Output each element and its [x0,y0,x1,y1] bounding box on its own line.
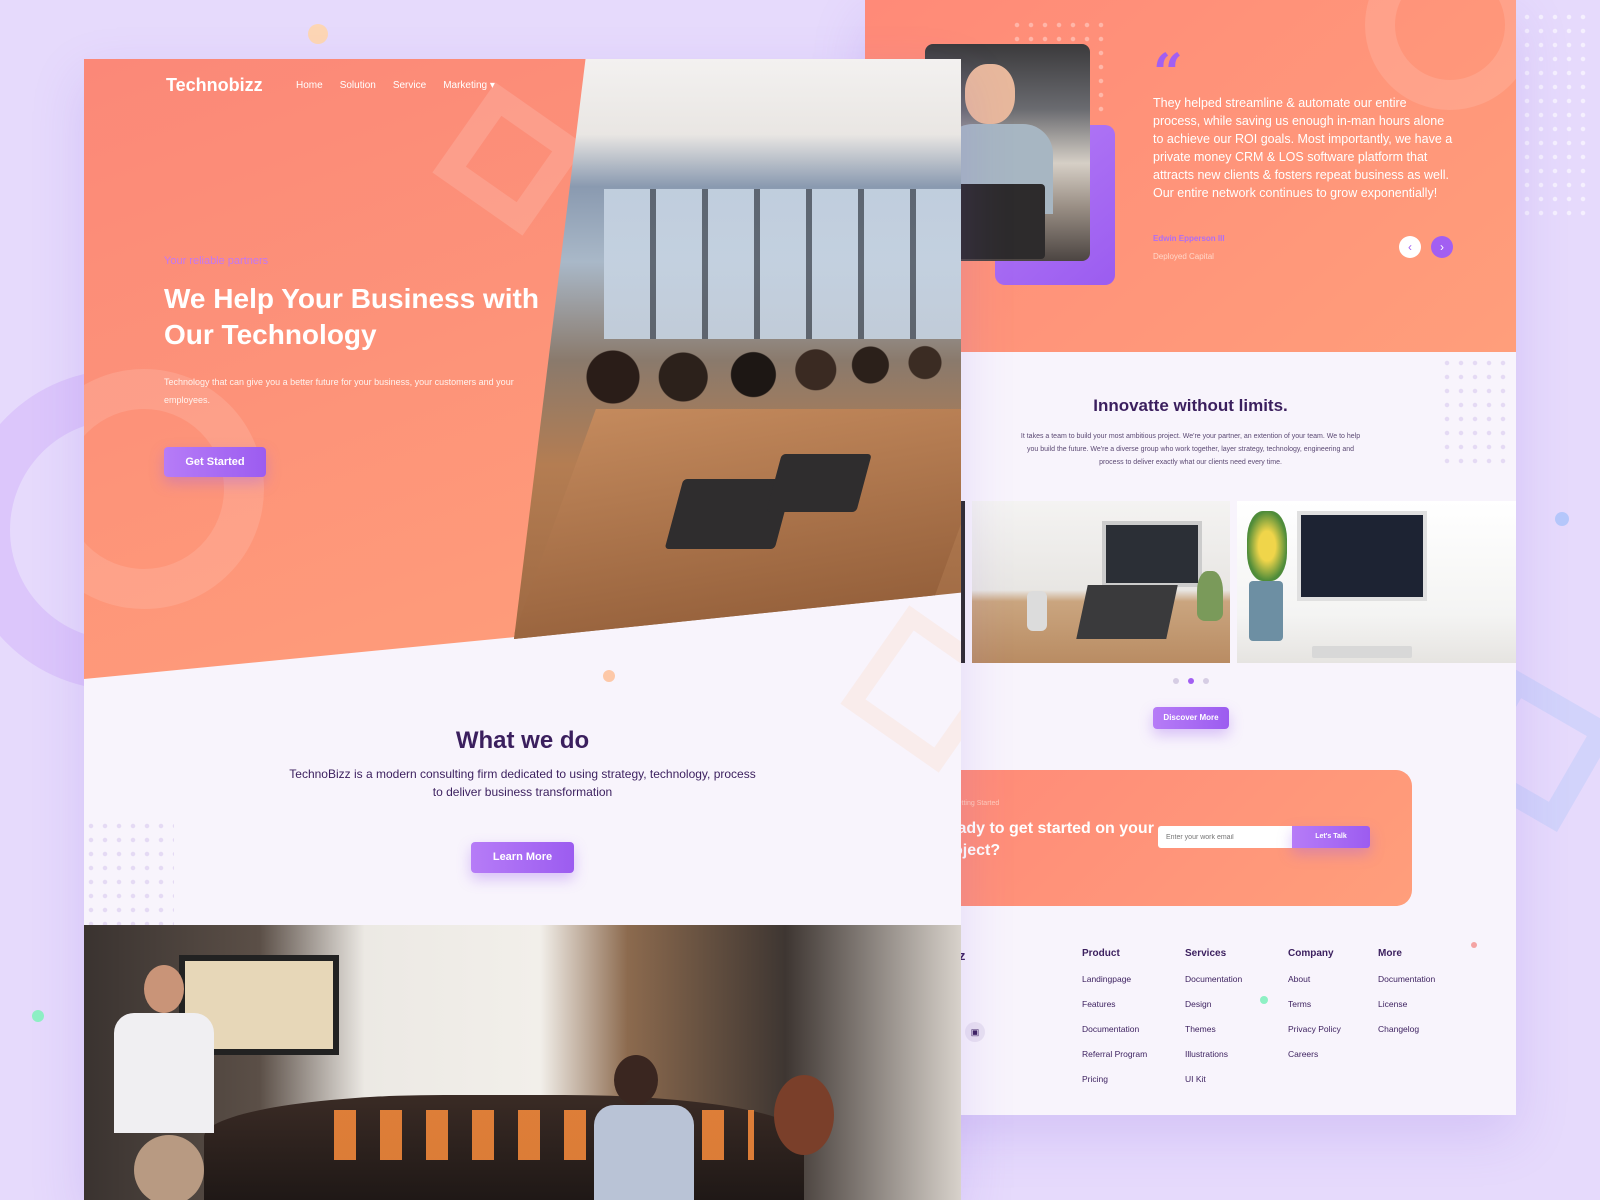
footer-column-product: Product Landingpage Features Documentati… [1082,948,1147,1099]
gallery-image [1237,501,1516,663]
testimonial-page: “ They helped streamline & automate our … [865,0,1516,1115]
cta-card: Lets Getting Started Ready to get starte… [925,770,1412,906]
footer-link[interactable]: UI Kit [1185,1074,1242,1084]
footer-heading: Product [1082,948,1120,959]
email-input[interactable] [1158,826,1293,848]
footer-link[interactable]: Documentation [1082,1024,1147,1034]
innovate-description: It takes a team to build your most ambit… [1020,433,1361,466]
decor-dots [84,819,174,929]
background-dots [1520,10,1590,220]
testimonial-company: Deployed Capital [1153,252,1214,261]
footer-link[interactable]: Referral Program [1082,1049,1147,1059]
nav-item-home[interactable]: Home [296,80,323,91]
footer-link[interactable]: Documentation [1185,974,1242,984]
testimonial-author: Edwin Epperson III [1153,234,1225,243]
footer-link[interactable]: Pricing [1082,1074,1147,1084]
background-dot [603,670,615,682]
footer-heading: More [1378,948,1402,959]
footer-link[interactable]: Documentation [1378,974,1435,984]
background-dot [1555,512,1569,526]
discover-more-button[interactable]: Discover More [1153,707,1229,729]
nav-item-service[interactable]: Service [393,80,426,91]
hero-tagline: Your reliable partners [164,255,269,267]
main-nav: Home Solution Service Marketing ▾ [296,80,495,91]
hero-meeting-photo [514,59,961,639]
decor-dot [1471,942,1477,948]
footer-link[interactable]: Careers [1288,1049,1341,1059]
footer-link[interactable]: Landingpage [1082,974,1147,984]
footer-column-company: Company About Terms Privacy Policy Caree… [1288,948,1341,1074]
lets-talk-button[interactable]: Let's Talk [1292,826,1370,848]
landing-page: Technobizz Home Solution Service Marketi… [84,59,961,1200]
get-started-button[interactable]: Get Started [164,447,266,477]
footer-link[interactable]: Privacy Policy [1288,1024,1341,1034]
pagination-dot-active[interactable] [1188,678,1194,684]
footer-link[interactable]: Illustrations [1185,1049,1242,1059]
pagination-dot[interactable] [1203,678,1209,684]
prev-arrow-icon[interactable]: ‹ [1399,236,1421,258]
gallery-image [972,501,1230,663]
footer-link[interactable]: License [1378,999,1435,1009]
nav-item-solution[interactable]: Solution [340,80,376,91]
brand-logo[interactable]: Technobizz [166,75,263,96]
footer-link[interactable]: Changelog [1378,1024,1435,1034]
innovate-title: Innovatte without limits. [1093,396,1288,415]
footer-column-more: More Documentation License Changelog [1378,948,1435,1049]
testimonial-text: They helped streamline & automate our en… [1153,96,1453,200]
nav-item-marketing[interactable]: Marketing ▾ [443,80,495,91]
decor-dot [1260,996,1268,1004]
what-we-do-title: What we do [455,727,590,754]
footer-link[interactable]: Features [1082,999,1147,1009]
hero-subtitle: Technology that can give you a better fu… [164,377,514,405]
chevron-down-icon: ▾ [489,80,495,91]
footer-heading: Services [1185,948,1227,959]
footer-link[interactable]: About [1288,974,1341,984]
nav-item-label: Marketing [443,80,488,91]
team-presentation-photo [84,925,961,1200]
footer-link[interactable]: Themes [1185,1024,1242,1034]
learn-more-button[interactable]: Learn More [471,842,574,873]
hero-title: We Help Your Business with Our Technolog… [164,283,539,350]
cta-title: Ready to get started on your project? [937,820,1154,859]
footer-column-services: Services Documentation Design Themes Ill… [1185,948,1242,1099]
footer-link[interactable]: Terms [1288,999,1341,1009]
footer-heading: Company [1288,948,1334,959]
testimonial-section: “ They helped streamline & automate our … [865,0,1516,352]
footer-link[interactable]: Design [1185,999,1242,1009]
next-arrow-icon[interactable]: › [1431,236,1453,258]
pagination-dot[interactable] [1173,678,1179,684]
what-we-do-description: TechnoBizz is a modern consulting firm d… [289,767,756,799]
background-dot [32,1010,44,1022]
background-dot [308,24,328,44]
quote-icon: “ [1153,43,1183,104]
linkedin-icon[interactable]: ▣ [965,1022,985,1042]
